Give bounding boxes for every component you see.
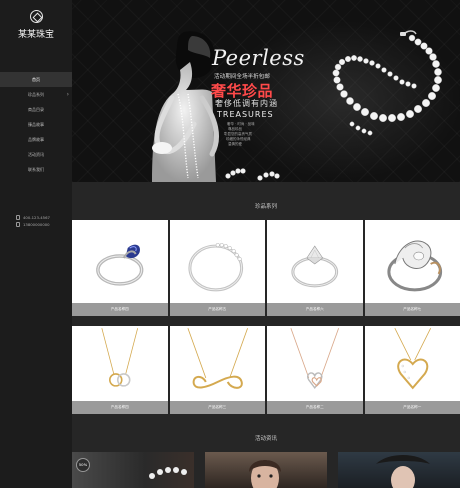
product-card[interactable]: 产品名称四 [72, 326, 168, 414]
main-content: Peerless 活动期间全场半折包邮 奢华珍品 奢侈低调有内涵 TREASUR… [72, 0, 460, 488]
nav-item-brand-story[interactable]: 品牌故事 [0, 132, 72, 147]
logo-icon[interactable] [30, 10, 43, 23]
product-caption[interactable]: 产品名称四 [72, 303, 168, 316]
nav-item-series[interactable]: 珍品系列 [0, 87, 72, 102]
product-caption[interactable]: 产品名称三 [169, 401, 265, 414]
nav-item-home[interactable]: 首页 [0, 72, 72, 87]
nav-item-catalog[interactable]: 商品目录 [0, 102, 72, 117]
product-caption[interactable]: 产品名称六 [267, 303, 363, 316]
pearl-bracelet-image [225, 168, 280, 181]
product-caption[interactable]: 产品名称一 [364, 401, 460, 414]
nav-item-news[interactable]: 活动资讯 [0, 147, 72, 162]
product-grid-row-2: 产品名称四 产品名称三 产品名称二 产品名称一 [72, 326, 460, 414]
product-grid-row-1: 产品名称四 产品名称五 产品名称六 产品名称七 [72, 220, 460, 316]
product-card[interactable]: 产品名称五 [169, 220, 265, 316]
news-strip: 50% [72, 452, 460, 488]
phone-icon [16, 215, 20, 220]
banner-line-5: 温情的爱 [228, 142, 242, 146]
news-card[interactable] [338, 452, 460, 488]
ring-solitaire-image [291, 245, 339, 288]
contact-info: 400-123-4567 13800000000 [16, 214, 72, 228]
product-card[interactable]: 产品名称一 [364, 326, 460, 414]
news-card[interactable]: 50% [72, 452, 194, 488]
necklace-interlocking-rings-image [101, 328, 139, 387]
product-caption[interactable]: 产品名称七 [364, 303, 460, 316]
product-caption[interactable]: 产品名称五 [169, 303, 265, 316]
hero-banner[interactable]: Peerless 活动期间全场半折包邮 奢华珍品 奢侈低调有内涵 TREASUR… [72, 0, 460, 182]
ring-eternity-band-image [187, 243, 243, 292]
necklace-infinity-image [187, 328, 248, 389]
pearl-necklace-image [332, 30, 442, 136]
model-portrait-image [249, 460, 281, 488]
news-card[interactable] [205, 452, 327, 488]
banner-headline-en: TREASURES [217, 110, 274, 119]
model-hat-image [376, 455, 430, 488]
ring-pave-statement-image [386, 240, 442, 292]
banner-title: Peerless [212, 46, 305, 70]
contact-phone: 400-123-4567 [23, 215, 50, 220]
product-card[interactable]: 产品名称三 [169, 326, 265, 414]
product-card[interactable]: 产品名称六 [267, 220, 363, 316]
contact-mobile: 13800000000 [23, 222, 50, 227]
main-nav: 首页 珍品系列 商品目录 臻品故事 品牌故事 活动资讯 联系我们 [0, 72, 72, 177]
pearl-strand-image [149, 467, 187, 479]
product-caption[interactable]: 产品名称二 [267, 401, 363, 414]
news-section-title: 活动资讯 [254, 436, 277, 442]
product-card[interactable]: 产品名称二 [267, 326, 363, 414]
banner-subtitle-cn: 奢侈低调有内涵 [215, 99, 278, 108]
nav-item-treasure-story[interactable]: 臻品故事 [0, 117, 72, 132]
nav-item-contact[interactable]: 联系我们 [0, 162, 72, 177]
necklace-double-heart-image [290, 328, 339, 390]
mobile-icon [16, 222, 20, 227]
site-logo-text[interactable]: 某某珠宝 [0, 27, 72, 40]
product-caption[interactable]: 产品名称四 [72, 401, 168, 414]
ring-sapphire-image [96, 244, 144, 286]
necklace-heart-pendant-image [393, 328, 431, 390]
sidebar: 某某珠宝 首页 珍品系列 商品目录 臻品故事 品牌故事 活动资讯 联系我们 40… [0, 0, 72, 488]
products-section-title: 珍品系列 [254, 204, 277, 210]
product-card[interactable]: 产品名称四 [72, 220, 168, 316]
banner-promo: 活动期间全场半折包邮 [214, 74, 270, 80]
discount-badge: 50% [76, 458, 90, 472]
product-card[interactable]: 产品名称七 [364, 220, 460, 316]
